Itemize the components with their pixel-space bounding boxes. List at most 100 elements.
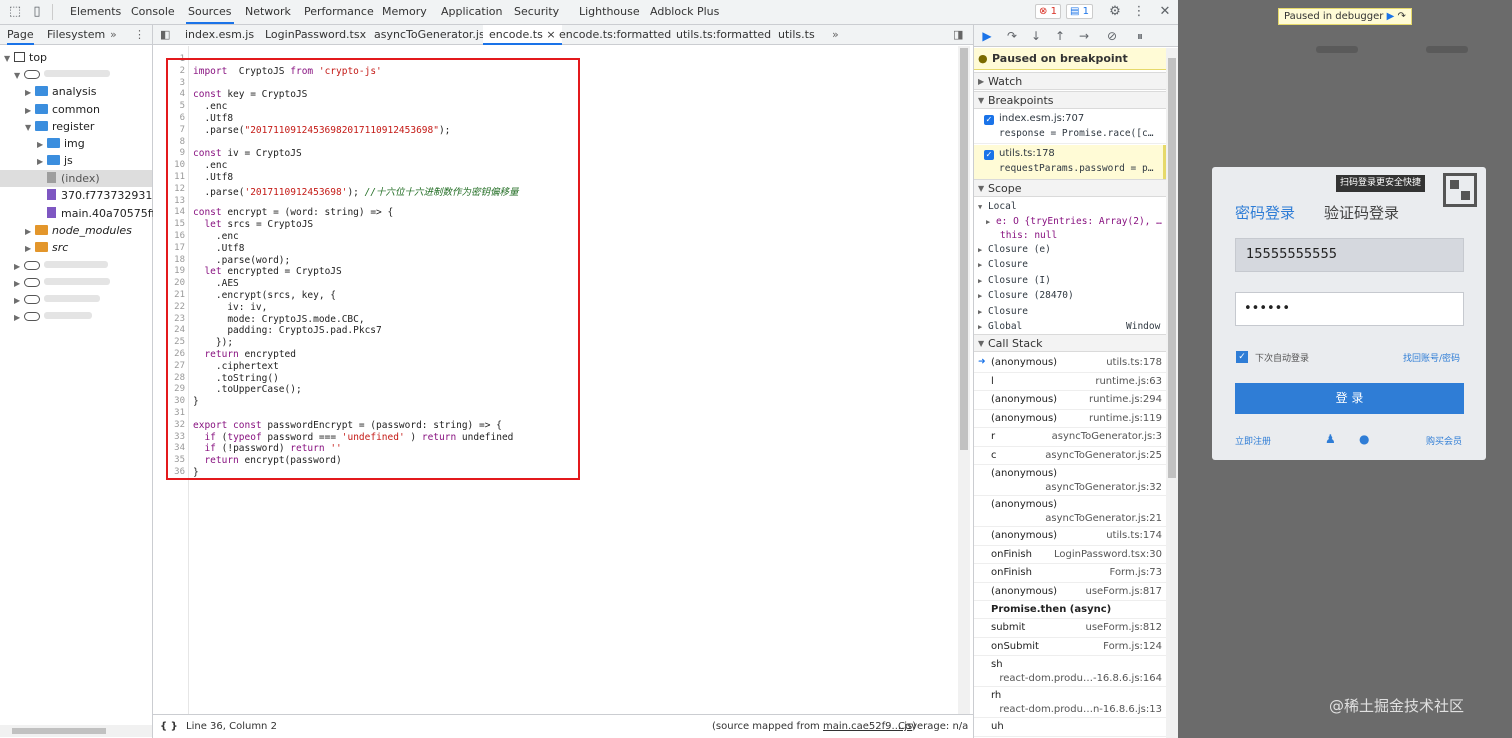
call-frame[interactable]: uh [974, 718, 1166, 737]
toggle-debugger-icon[interactable]: ◨ [953, 25, 963, 45]
file-tab[interactable]: index.esm.js [185, 25, 254, 45]
qq-icon[interactable]: ♟ [1325, 432, 1336, 446]
settings-gear-icon[interactable]: ⚙ [1107, 4, 1123, 20]
navigator-menu-icon[interactable]: ⋮ [134, 25, 145, 45]
scope-closure[interactable]: ▶ Closure [978, 259, 1028, 270]
tab-application[interactable]: Application [441, 0, 502, 24]
register-link[interactable]: 立即注册 [1235, 434, 1271, 447]
step-over-icon[interactable]: ↷ [1004, 28, 1020, 44]
call-frame[interactable]: sh react-dom.produ…-16.8.6.js:164 [974, 656, 1166, 687]
tab-memory[interactable]: Memory [382, 0, 427, 24]
inspect-element-icon[interactable]: ⬚ [7, 4, 23, 20]
section-watch[interactable]: ▶ Watch [974, 72, 1166, 90]
editor-vscrollbar[interactable] [958, 46, 970, 714]
checkbox-checked-icon[interactable]: ✓ [984, 115, 994, 125]
step-icon[interactable]: → [1076, 28, 1092, 44]
remember-checkbox[interactable]: ✓ [1236, 351, 1248, 363]
message-count-badge[interactable]: ▤ 1 [1066, 4, 1094, 19]
tab-page[interactable]: Page [7, 25, 34, 45]
error-count-badge[interactable]: ⊗ 1 [1035, 4, 1061, 19]
header-link-placeholder[interactable] [1426, 46, 1468, 53]
phone-input[interactable]: 15555555555 [1235, 238, 1464, 272]
more-file-tabs-icon[interactable]: » [832, 25, 839, 45]
call-frame[interactable]: (anonymous) utils.ts:174 [974, 527, 1166, 546]
tree-domain-1[interactable]: ▼ [14, 66, 110, 83]
call-frame[interactable]: onSubmit Form.js:124 [974, 638, 1166, 656]
file-tab[interactable]: utils.ts:formatted [676, 25, 771, 45]
file-tab[interactable]: LoginPassword.tsx [265, 25, 366, 45]
call-frame[interactable]: submit useForm.js:812 [974, 619, 1166, 638]
scroll-thumb[interactable] [960, 48, 968, 450]
tree-folder-js[interactable]: ▶ js [37, 152, 73, 169]
call-frame[interactable]: l runtime.js:63 [974, 373, 1166, 391]
tree-folder-analysis[interactable]: ▶ analysis [25, 83, 97, 100]
tree-domain-5[interactable]: ▶ [14, 308, 92, 325]
call-frame[interactable]: (anonymous) useForm.js:817 [974, 583, 1166, 601]
tab-adblock-plus[interactable]: Adblock Plus [650, 0, 719, 24]
tree-folder-node-modules[interactable]: ▶ node_modules [25, 222, 132, 239]
deactivate-breakpoints-icon[interactable]: ⊘ [1104, 28, 1120, 44]
step-out-icon[interactable]: ↑ [1052, 28, 1068, 44]
scope-closure[interactable]: ▶ Closure (28470) [978, 290, 1074, 301]
tab-security[interactable]: Security [514, 0, 559, 24]
call-frame[interactable]: onFinish LoginPassword.tsx:30 [974, 546, 1166, 564]
tree-file-main[interactable]: main.40a70575ff91 [47, 205, 153, 222]
breakpoint-item[interactable]: ✓ index.esm.js:707 response = Promise.ra… [974, 111, 1166, 144]
qr-code-icon[interactable] [1443, 173, 1477, 207]
resume-icon[interactable]: ▶ [1387, 11, 1395, 22]
file-tab-active[interactable]: encode.ts × [483, 25, 562, 45]
navigator-hscrollbar[interactable] [0, 725, 152, 737]
section-scope[interactable]: ▼ Scope [974, 179, 1166, 197]
scope-closure[interactable]: ▶ Closure [978, 306, 1028, 317]
checkbox-checked-icon[interactable]: ✓ [984, 150, 994, 160]
tree-file-index[interactable]: (index) [47, 170, 100, 187]
call-frame[interactable]: rh react-dom.produ…n-16.8.6.js:13 [974, 687, 1166, 718]
more-options-icon[interactable]: ⋮ [1131, 4, 1147, 20]
tab-performance[interactable]: Performance [304, 0, 374, 24]
scope-local[interactable]: ▼ Local [978, 201, 1017, 212]
section-breakpoints[interactable]: ▼ Breakpoints [974, 91, 1166, 109]
tab-elements[interactable]: Elements [70, 0, 121, 24]
tab-sources[interactable]: Sources [186, 0, 234, 24]
tree-domain-4[interactable]: ▶ [14, 291, 100, 308]
call-frame[interactable]: (anonymous) asyncToGenerator.js:21 [974, 496, 1166, 527]
tab-password-login[interactable]: 密码登录 [1235, 202, 1295, 223]
login-button[interactable]: 登 录 [1235, 383, 1464, 414]
close-tab-icon[interactable]: × [546, 28, 555, 41]
call-frame[interactable]: ➜ (anonymous) utils.ts:178 [974, 354, 1166, 373]
tree-folder-common[interactable]: ▶ common [25, 101, 100, 118]
call-frame[interactable]: c asyncToGenerator.js:25 [974, 447, 1166, 465]
scope-closure[interactable]: ▶ Closure (I) [978, 275, 1051, 286]
step-into-icon[interactable]: ↓ [1028, 28, 1044, 44]
wechat-icon[interactable]: ● [1359, 432, 1369, 446]
call-frame[interactable]: onFinish Form.js:73 [974, 564, 1166, 583]
tree-folder-img[interactable]: ▶ img [37, 135, 85, 152]
file-tab[interactable]: encode.ts:formatted [559, 25, 671, 45]
tree-domain-3[interactable]: ▶ [14, 274, 110, 291]
tree-top[interactable]: ▼ top [4, 49, 47, 66]
file-tab[interactable]: utils.ts [778, 25, 815, 45]
tab-console[interactable]: Console [131, 0, 175, 24]
tab-lighthouse[interactable]: Lighthouse [579, 0, 640, 24]
scope-closure[interactable]: ▶ Closure (e) [978, 244, 1051, 255]
call-frame[interactable]: r asyncToGenerator.js:3 [974, 428, 1166, 447]
scope-var-e[interactable]: ▶ e: O {tryEntries: Array(2), … [986, 216, 1162, 227]
call-frame[interactable]: (anonymous) asyncToGenerator.js:32 [974, 465, 1166, 496]
pause-on-exceptions-icon[interactable]: ⏸ [1132, 28, 1148, 44]
tab-filesystem[interactable]: Filesystem [47, 25, 105, 45]
forgot-password-link[interactable]: 找回账号/密码 [1403, 351, 1460, 364]
call-frame[interactable]: (anonymous) runtime.js:294 [974, 391, 1166, 410]
tree-folder-register[interactable]: ▼ register [25, 118, 94, 135]
header-link-placeholder[interactable] [1316, 46, 1358, 53]
tab-code-login[interactable]: 验证码登录 [1324, 202, 1399, 223]
close-devtools-icon[interactable]: ✕ [1157, 4, 1173, 20]
sidebar-vscrollbar[interactable] [1166, 48, 1178, 738]
tree-domain-2[interactable]: ▶ [14, 257, 108, 274]
toggle-navigator-icon[interactable]: ◧ [160, 25, 170, 45]
scope-global[interactable]: ▶ Global [978, 321, 1022, 332]
device-toolbar-icon[interactable]: ▯ [29, 4, 45, 20]
pretty-print-icon[interactable]: { } [160, 715, 178, 738]
tree-file-370[interactable]: 370.f7737329318ae [47, 187, 153, 204]
buy-vip-link[interactable]: 购买会员 [1426, 434, 1462, 447]
resume-icon[interactable]: ▶ [979, 28, 995, 44]
